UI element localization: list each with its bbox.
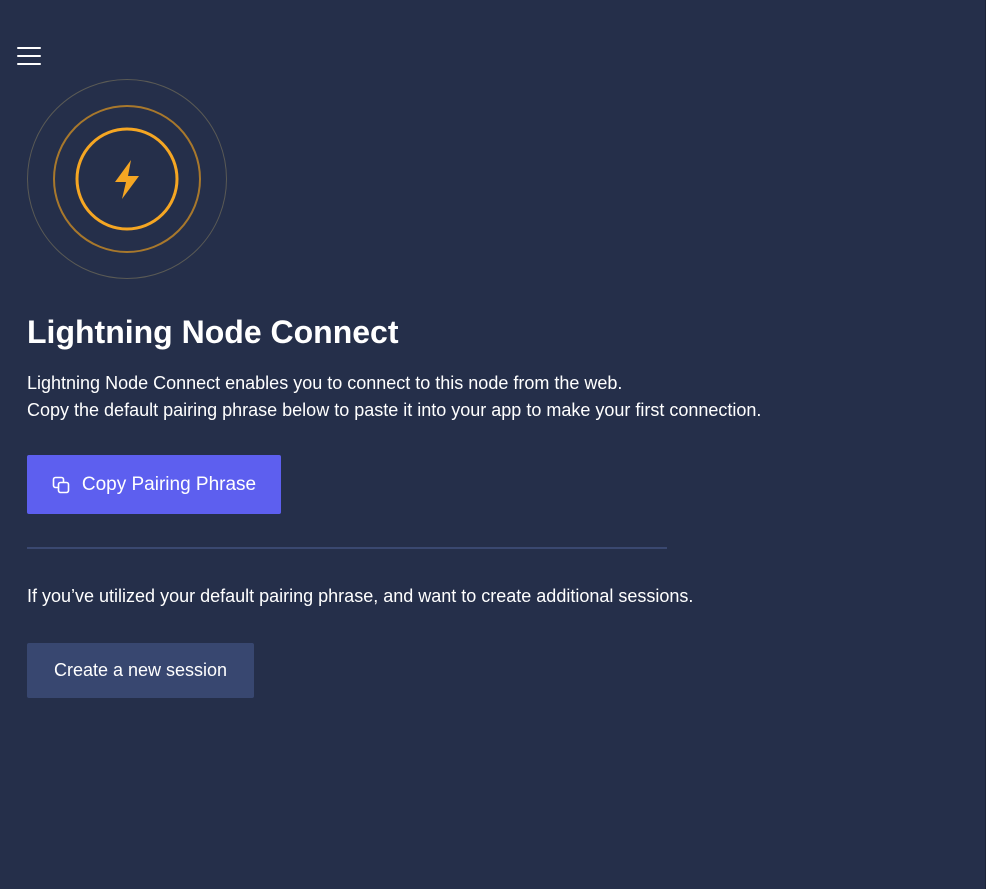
description: Lightning Node Connect enables you to co… (27, 370, 927, 424)
hamburger-menu-icon[interactable] (14, 42, 44, 70)
divider (27, 547, 667, 549)
lightning-logo (27, 79, 227, 279)
copy-button-label: Copy Pairing Phrase (81, 473, 257, 495)
copy-pairing-phrase-button[interactable]: Copy Pairing Phrase (27, 455, 281, 514)
main-content: Lightning Node Connect Lightning Node Co… (27, 312, 927, 698)
lightning-bolt-icon (27, 79, 227, 279)
create-session-button[interactable]: Create a new session (27, 643, 254, 698)
copy-icon (52, 476, 70, 494)
page-title: Lightning Node Connect (27, 314, 399, 350)
description-line-2: Copy the default pairing phrase below to… (27, 400, 762, 420)
additional-sessions-note: If you’ve utilized your default pairing … (27, 586, 694, 606)
description-line-1: Lightning Node Connect enables you to co… (27, 373, 623, 393)
